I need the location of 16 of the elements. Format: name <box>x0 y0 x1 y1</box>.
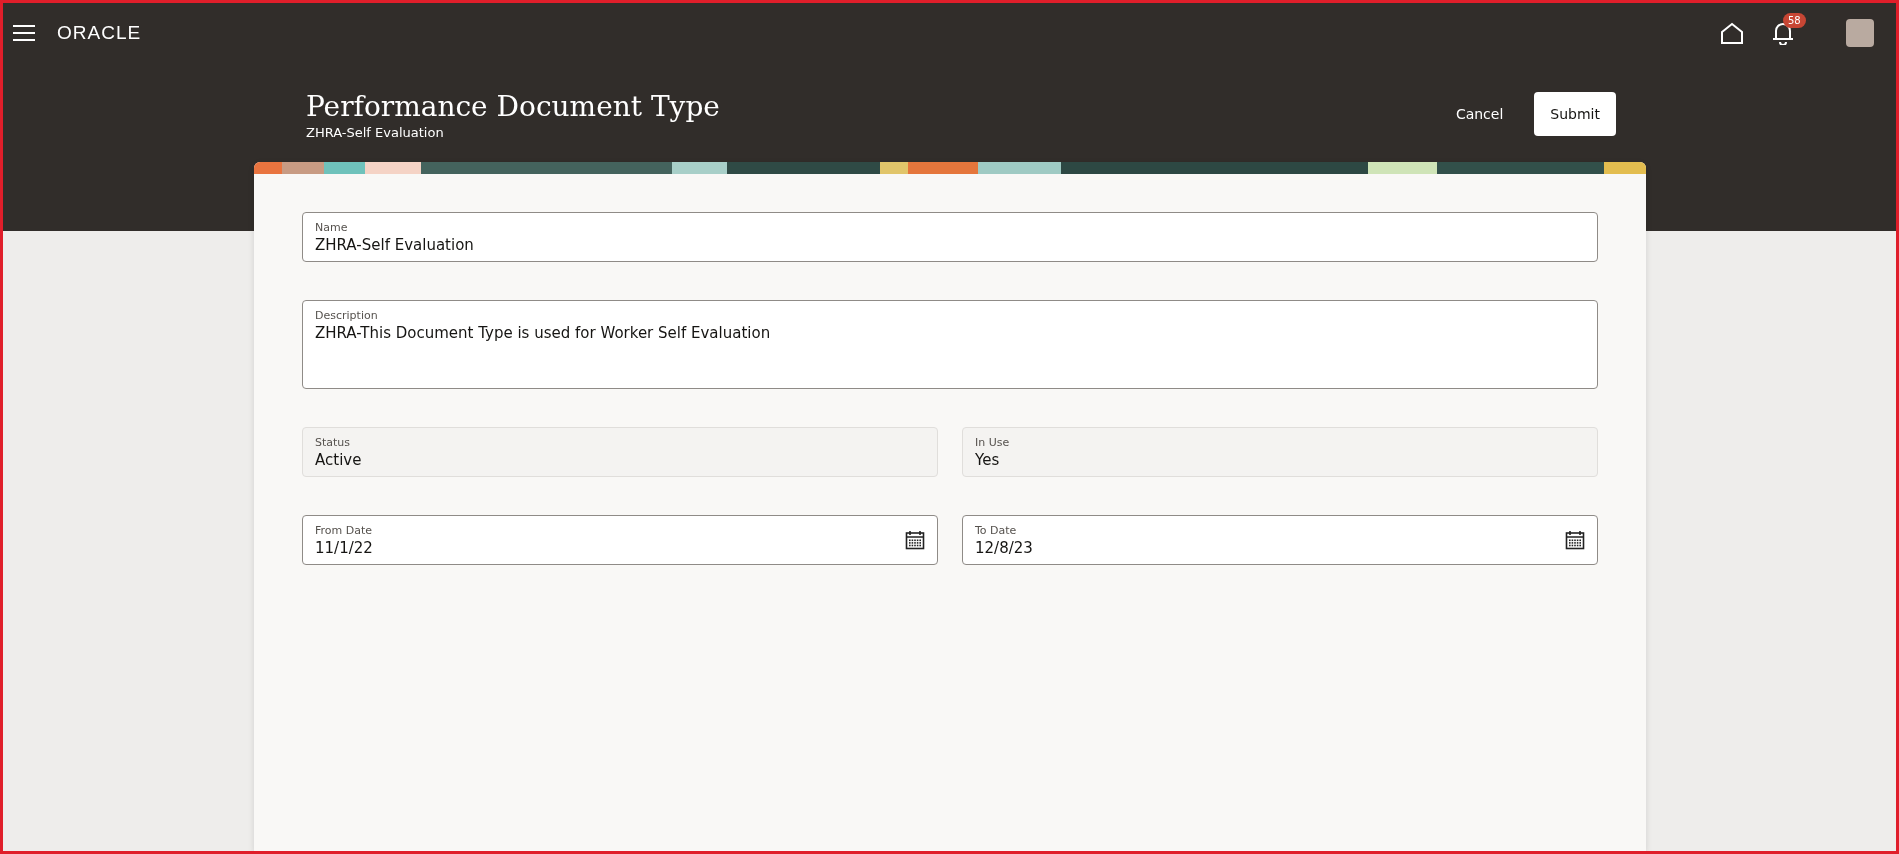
calendar-icon[interactable] <box>905 530 925 550</box>
read-only-field: Status Active <box>302 427 938 477</box>
date-field[interactable]: To Date 12/8/23 <box>962 515 1598 565</box>
logo[interactable]: ORACLE <box>57 22 142 44</box>
input-field[interactable]: Name ZHRA-Self Evaluation <box>302 212 1598 262</box>
submit-button[interactable]: Submit <box>1534 92 1616 136</box>
menu-icon[interactable] <box>13 25 35 41</box>
page-title: Performance Document Type <box>306 90 721 123</box>
read-only-field: In Use Yes <box>962 427 1598 477</box>
page-subtitle: ZHRA-Self Evaluation <box>306 125 445 140</box>
calendar-icon[interactable] <box>1565 530 1585 550</box>
date-field[interactable]: From Date 11/1/22 <box>302 515 938 565</box>
cancel-button[interactable]: Cancel <box>1438 92 1521 136</box>
home-icon[interactable] <box>1720 22 1744 44</box>
text-area[interactable]: Description ZHRA-This Document Type is used for Worker Self Evaluation <box>302 300 1598 389</box>
notification-badge: 58 <box>1783 13 1806 28</box>
